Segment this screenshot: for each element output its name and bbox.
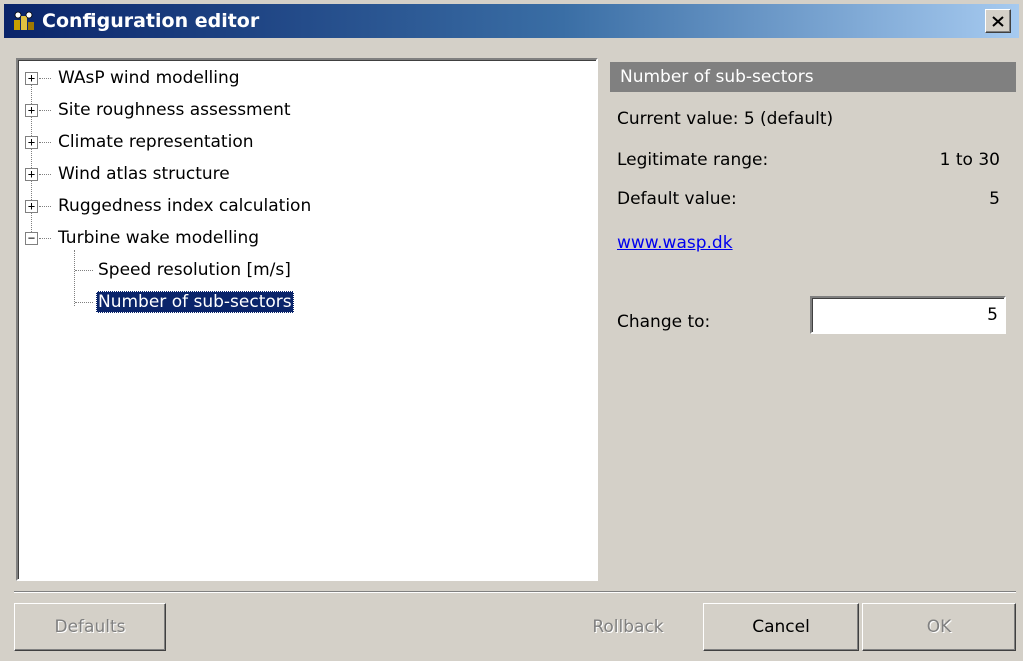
wasp-link[interactable]: www.wasp.dk [617,233,733,253]
tree-connector [39,206,51,207]
default-value: 5 [989,189,1000,209]
title-bar: Configuration editor [4,4,1019,38]
default-label: Default value: [617,189,737,209]
expand-icon[interactable]: + [25,104,38,117]
tree-connector [39,142,51,143]
configuration-editor-window: Configuration editor + WAsP wind modelli… [0,0,1023,661]
current-value-text: Current value: 5 (default) [617,109,834,129]
expand-icon[interactable]: + [25,168,38,181]
tree-item-climate-representation[interactable]: + Climate representation [18,130,418,154]
tree-item-site-roughness[interactable]: + Site roughness assessment [18,98,418,122]
tree-item-label-selected: Number of sub-sectors [96,291,294,313]
tree-connector [39,110,51,111]
tree-connector [75,270,93,271]
collapse-icon[interactable]: − [25,232,38,245]
tree-item-speed-resolution[interactable]: Speed resolution [m/s] [18,258,418,282]
range-value: 1 to 30 [939,150,1000,170]
range-label: Legitimate range: [617,150,769,170]
tree-connector [75,302,93,303]
tree-item-label: WAsP wind modelling [58,68,240,88]
window-title: Configuration editor [42,10,260,32]
tree-item-turbine-wake-modelling[interactable]: − Turbine wake modelling [18,226,418,250]
rollback-button[interactable]: Rollback [555,603,701,651]
close-button[interactable] [985,9,1011,33]
tree-item-wind-atlas-structure[interactable]: + Wind atlas structure [18,162,418,186]
change-label: Change to: [617,312,711,332]
tree-item-label: Turbine wake modelling [58,228,260,248]
cancel-button[interactable]: Cancel [703,603,859,651]
defaults-button[interactable]: Defaults [14,603,166,651]
tree-connector [39,238,51,239]
tree-item-label: Site roughness assessment [58,100,291,120]
tree-item-ruggedness-index[interactable]: + Ruggedness index calculation [18,194,418,218]
tree-item-label: Wind atlas structure [58,164,230,184]
tree-item-label: Speed resolution [m/s] [98,260,291,280]
detail-header: Number of sub-sectors [610,62,1016,92]
expand-icon[interactable]: + [25,200,38,213]
settings-tree[interactable]: + WAsP wind modelling + Site roughness a… [16,58,598,581]
change-value-input[interactable] [810,296,1006,334]
app-icon [14,11,34,30]
expand-icon[interactable]: + [25,136,38,149]
tree-item-label: Climate representation [58,132,254,152]
tree-item-number-of-sub-sectors[interactable]: Number of sub-sectors [18,290,418,314]
tree-connector [39,78,51,79]
expand-icon[interactable]: + [25,72,38,85]
tree-item-label: Ruggedness index calculation [58,196,312,216]
ok-button[interactable]: OK [862,603,1016,651]
close-icon [992,15,1004,27]
divider [14,591,1016,593]
tree-item-wasp-wind-modelling[interactable]: + WAsP wind modelling [18,66,418,90]
tree-connector [39,174,51,175]
